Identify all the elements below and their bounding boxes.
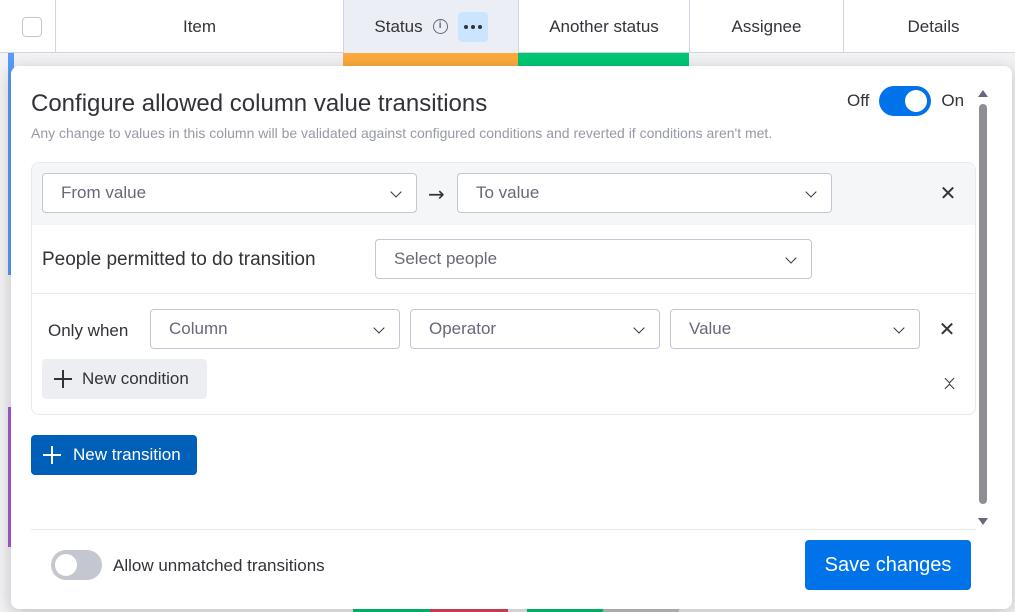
scrollbar-thumb[interactable]: [979, 104, 987, 504]
toggle-on-label: On: [941, 91, 965, 110]
chevron-down-icon: [893, 322, 905, 334]
info-icon[interactable]: i: [432, 19, 448, 34]
condition-value-dropdown[interactable]: Value: [670, 309, 920, 349]
column-header-status[interactable]: Status i: [343, 0, 518, 53]
scroll-down-arrow-icon[interactable]: [978, 518, 988, 525]
remove-condition-close-icon[interactable]: ✕: [937, 319, 957, 339]
select-all-checkbox[interactable]: [21, 16, 42, 37]
column-header-item[interactable]: Item: [55, 0, 343, 53]
column-header-another-status[interactable]: Another status: [518, 0, 689, 53]
transitions-dialog: Configure allowed column value transitio…: [11, 66, 1012, 609]
transition-card: From value → To value ✕ People permitted…: [31, 162, 976, 415]
divider: [32, 293, 975, 294]
chevron-down-icon: [373, 322, 385, 334]
enable-transitions-toggle[interactable]: [879, 86, 932, 116]
scrollbar[interactable]: [978, 90, 988, 530]
column-header-assignee[interactable]: Assignee: [689, 0, 843, 53]
column-header-label: Another status: [549, 16, 659, 36]
from-to-row: From value → To value ✕: [32, 163, 975, 225]
only-when-label: Only when: [48, 321, 129, 340]
dot: [477, 24, 482, 29]
plus-icon: [43, 446, 61, 464]
select-people-dropdown[interactable]: Select people: [375, 239, 812, 279]
arrow-right-icon: →: [428, 182, 445, 206]
from-value-dropdown[interactable]: From value: [42, 173, 417, 213]
condition-column-dropdown[interactable]: Column: [150, 309, 400, 349]
allow-unmatched-label: Allow unmatched transitions: [113, 556, 325, 575]
dot: [470, 24, 475, 29]
new-condition-label: New condition: [82, 369, 189, 388]
new-transition-label: New transition: [73, 445, 181, 464]
footer-divider: [31, 529, 976, 530]
chevron-up-icon: [944, 383, 955, 394]
dialog-subtitle: Any change to values in this column will…: [31, 125, 773, 141]
chevron-down-icon: [944, 373, 955, 384]
save-changes-button[interactable]: Save changes: [805, 540, 971, 590]
toggle-knob: [55, 554, 77, 576]
plus-icon: [54, 370, 72, 388]
dropdown-placeholder: Operator: [429, 319, 497, 338]
condition-operator-dropdown[interactable]: Operator: [410, 309, 660, 349]
new-condition-button[interactable]: New condition: [42, 359, 207, 399]
dot: [463, 24, 468, 29]
dropdown-placeholder: Select people: [394, 249, 498, 268]
collapse-icon[interactable]: [943, 373, 957, 394]
dropdown-placeholder: From value: [61, 183, 147, 202]
allow-unmatched-toggle[interactable]: [51, 550, 102, 580]
dropdown-placeholder: Column: [169, 319, 228, 338]
chevron-down-icon: [390, 186, 402, 198]
new-transition-button[interactable]: New transition: [31, 435, 197, 475]
column-menu-button[interactable]: [457, 11, 488, 42]
chevron-down-icon: [805, 186, 817, 198]
column-header-label: Assignee: [731, 16, 802, 36]
column-header-label: Item: [182, 16, 217, 36]
column-header-details[interactable]: Details: [843, 0, 1015, 53]
enable-toggle-row: Off On: [847, 86, 964, 116]
remove-transition-close-icon[interactable]: ✕: [938, 183, 958, 203]
chevron-down-icon: [633, 322, 645, 334]
select-all-cell: [8, 0, 55, 53]
dropdown-placeholder: To value: [476, 183, 540, 202]
toggle-off-label: Off: [847, 91, 870, 110]
board-header: Item Status i Another status Assignee De…: [0, 0, 1015, 53]
people-permitted-label: People permitted to do transition: [42, 249, 316, 270]
dialog-title: Configure allowed column value transitio…: [31, 90, 488, 117]
column-header-label: Details: [907, 16, 960, 36]
to-value-dropdown[interactable]: To value: [457, 173, 832, 213]
scroll-up-arrow-icon[interactable]: [978, 90, 988, 97]
chevron-down-icon: [785, 252, 797, 264]
toggle-knob: [905, 90, 928, 112]
column-header-label: Status: [374, 16, 423, 36]
dropdown-placeholder: Value: [689, 319, 732, 338]
